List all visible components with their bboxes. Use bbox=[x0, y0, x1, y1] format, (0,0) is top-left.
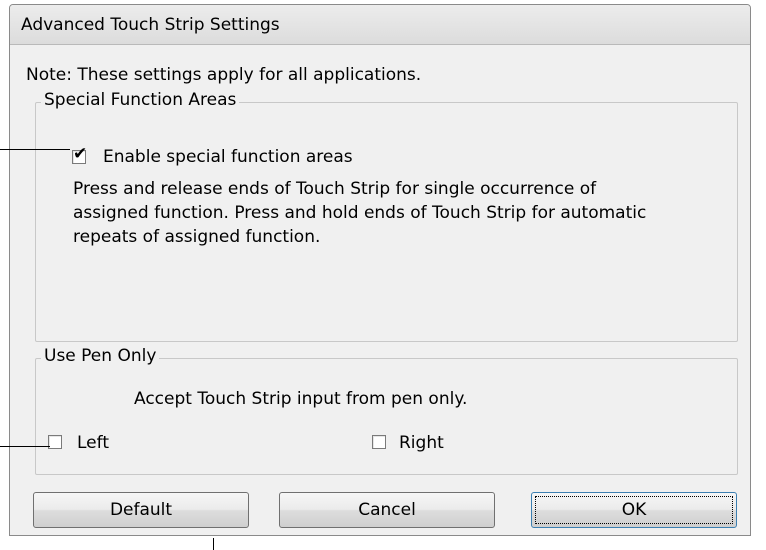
special-function-areas-legend: Special Function Areas bbox=[41, 90, 240, 110]
callout-line-left bbox=[0, 446, 50, 447]
default-button-label: Default bbox=[109, 500, 173, 520]
title-bar[interactable]: Advanced Touch Strip Settings bbox=[10, 5, 750, 45]
description-line-1: Press and release ends of Touch Strip fo… bbox=[73, 179, 597, 199]
description-line-3: repeats of assigned function. bbox=[73, 227, 321, 247]
left-checkbox-label[interactable]: Left bbox=[77, 433, 109, 453]
note-text: Note: These settings apply for all appli… bbox=[26, 65, 422, 85]
right-checkbox-label[interactable]: Right bbox=[399, 433, 444, 453]
use-pen-only-group: Use Pen Only bbox=[35, 346, 738, 475]
left-checkbox[interactable] bbox=[48, 435, 62, 449]
enable-special-function-areas-label[interactable]: Enable special function areas bbox=[103, 147, 353, 167]
dialog-title: Advanced Touch Strip Settings bbox=[21, 15, 280, 35]
callout-line-default bbox=[213, 538, 214, 550]
special-function-description: Press and release ends of Touch Strip fo… bbox=[73, 177, 733, 249]
callout-line-enable bbox=[0, 149, 70, 150]
right-checkbox[interactable] bbox=[372, 435, 386, 449]
use-pen-only-legend: Use Pen Only bbox=[41, 346, 160, 366]
ok-button-label: OK bbox=[621, 500, 647, 520]
cancel-button[interactable]: Cancel bbox=[279, 492, 495, 528]
default-button[interactable]: Default bbox=[33, 492, 249, 528]
advanced-touch-strip-dialog: Advanced Touch Strip Settings Note: Thes… bbox=[9, 4, 751, 536]
ok-button[interactable]: OK bbox=[531, 492, 737, 528]
enable-special-function-areas-checkbox[interactable]: ✔ bbox=[72, 146, 87, 164]
checkmark-icon: ✔ bbox=[73, 144, 88, 164]
description-line-2: assigned function. Press and hold ends o… bbox=[73, 203, 647, 223]
cancel-button-label: Cancel bbox=[358, 500, 416, 520]
pen-only-description: Accept Touch Strip input from pen only. bbox=[134, 389, 468, 409]
